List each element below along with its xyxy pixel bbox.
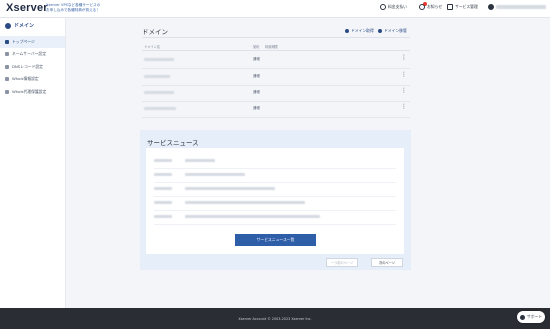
- news-text-redacted: [185, 173, 245, 176]
- service-news-title: サービスニュース: [147, 139, 199, 147]
- domain-icon: [5, 22, 11, 29]
- domains-divider: [142, 37, 410, 38]
- news-date-redacted: [154, 201, 172, 204]
- domain-status: 通常: [253, 106, 260, 110]
- xserver-logo[interactable]: Xserver: [6, 2, 48, 14]
- column-header-expiry: 利用期限: [265, 45, 278, 49]
- grid-icon: [447, 4, 453, 10]
- server-icon: [5, 52, 9, 56]
- news-text-redacted: [185, 215, 320, 218]
- sidebar-item-dns[interactable]: DNSレコード設定: [0, 61, 65, 73]
- support-label: サポート: [526, 314, 543, 319]
- kebab-menu-icon[interactable]: ⋮: [401, 55, 407, 61]
- news-item[interactable]: [154, 154, 396, 169]
- news-item[interactable]: [154, 196, 396, 211]
- sidebar-item-label: DNSレコード設定: [12, 64, 43, 69]
- shield-icon: [5, 90, 9, 94]
- domain-transfer-label: ドメイン移管: [384, 28, 407, 33]
- promo-line-2: お申し込みで各種特典が貰える！: [46, 7, 100, 12]
- nav-notifications-label: お知らせ: [427, 4, 443, 9]
- domains-title: ドメイン: [142, 28, 168, 36]
- nav-payment-label: 料金支払い: [388, 4, 407, 9]
- support-button[interactable]: サポート: [517, 311, 545, 323]
- kebab-menu-icon[interactable]: ⋮: [401, 88, 407, 94]
- promo-line-1: Xserver VPSなど各種サービスの: [46, 3, 101, 7]
- domain-status: 通常: [253, 90, 260, 94]
- user-name-redacted: [496, 5, 546, 9]
- domain-transfer-link[interactable]: ドメイン移管: [378, 28, 407, 34]
- sidebar-item-nameserver[interactable]: ネームサーバー設定: [0, 48, 65, 60]
- nav-notifications[interactable]: お知らせ: [419, 4, 442, 10]
- sidebar-item-label: Whois情報設定: [12, 76, 39, 81]
- column-header-name: ドメイン名: [144, 45, 160, 49]
- header: Xserver Xserver VPSなど各種サービスの お申し込みで各種特典が…: [0, 0, 550, 18]
- domain-row[interactable]: 通常 ⋮: [142, 51, 410, 69]
- chat-icon: [519, 314, 525, 320]
- news-text-redacted: [185, 201, 305, 204]
- domain-name-redacted[interactable]: [144, 91, 174, 94]
- nav-service-management[interactable]: サービス管理: [447, 4, 478, 10]
- sidebar-item-label: トップページ: [12, 39, 35, 44]
- plus-icon: [378, 29, 382, 33]
- whois-icon: [5, 77, 9, 81]
- news-item[interactable]: [154, 210, 396, 225]
- promo-banner[interactable]: Xserver VPSなど各種サービスの お申し込みで各種特典が貰える！: [46, 3, 100, 12]
- service-news-panel: サービスニュース サービスニュース一覧 一つ前のページ 次のページ: [140, 130, 411, 270]
- domain-row[interactable]: 通常 ⋮: [142, 100, 410, 118]
- nav-service-management-label: サービス管理: [455, 4, 478, 9]
- news-list-button[interactable]: サービスニュース一覧: [235, 234, 316, 246]
- domain-name-redacted[interactable]: [144, 107, 176, 110]
- bell-icon: [419, 4, 425, 10]
- sidebar-item-label: ネームサーバー設定: [12, 51, 47, 56]
- kebab-menu-icon[interactable]: ⋮: [401, 104, 407, 110]
- plus-icon: [345, 29, 349, 33]
- news-date-redacted: [154, 215, 172, 218]
- domain-acquire-link[interactable]: ドメイン取得: [345, 28, 374, 34]
- sidebar-item-label: Whois代理保護設定: [12, 89, 47, 94]
- user-icon: [488, 4, 494, 10]
- news-item[interactable]: [154, 182, 396, 197]
- sidebar: ドメイン トップページ ネームサーバー設定 DNSレコード設定 Whois情報設…: [0, 18, 66, 308]
- domain-name-redacted[interactable]: [144, 58, 174, 61]
- service-news-list: サービスニュース一覧: [146, 148, 404, 254]
- sidebar-title-label: ドメイン: [14, 23, 35, 29]
- nav-payment[interactable]: 料金支払い: [380, 4, 407, 10]
- domain-status: 通常: [253, 74, 260, 78]
- news-date-redacted: [154, 159, 172, 162]
- prev-page-button[interactable]: 一つ前のページ: [326, 258, 358, 267]
- sidebar-title: ドメイン: [5, 22, 34, 29]
- sidebar-item-whois[interactable]: Whois情報設定: [0, 73, 65, 85]
- domain-acquire-label: ドメイン取得: [351, 28, 374, 33]
- news-date-redacted: [154, 187, 172, 190]
- next-page-button[interactable]: 次のページ: [371, 258, 403, 267]
- domain-status: 通常: [253, 57, 260, 61]
- news-item[interactable]: [154, 168, 396, 183]
- news-date-redacted: [154, 173, 172, 176]
- column-header-status: 契約: [253, 45, 260, 49]
- user-menu[interactable]: [488, 4, 546, 10]
- sidebar-item-top[interactable]: トップページ: [0, 36, 65, 48]
- payment-icon: [380, 4, 386, 10]
- home-icon: [5, 40, 9, 44]
- dns-icon: [5, 65, 9, 69]
- news-text-redacted: [185, 159, 215, 162]
- sidebar-item-whois-privacy[interactable]: Whois代理保護設定: [0, 86, 65, 98]
- news-text-redacted: [185, 187, 275, 190]
- kebab-menu-icon[interactable]: ⋮: [401, 72, 407, 78]
- footer-copyright: Xserver Account © 2003-2023 Xserver Inc.: [238, 316, 312, 321]
- domain-name-redacted[interactable]: [144, 75, 170, 78]
- footer: Xserver Account © 2003-2023 Xserver Inc.: [0, 308, 550, 329]
